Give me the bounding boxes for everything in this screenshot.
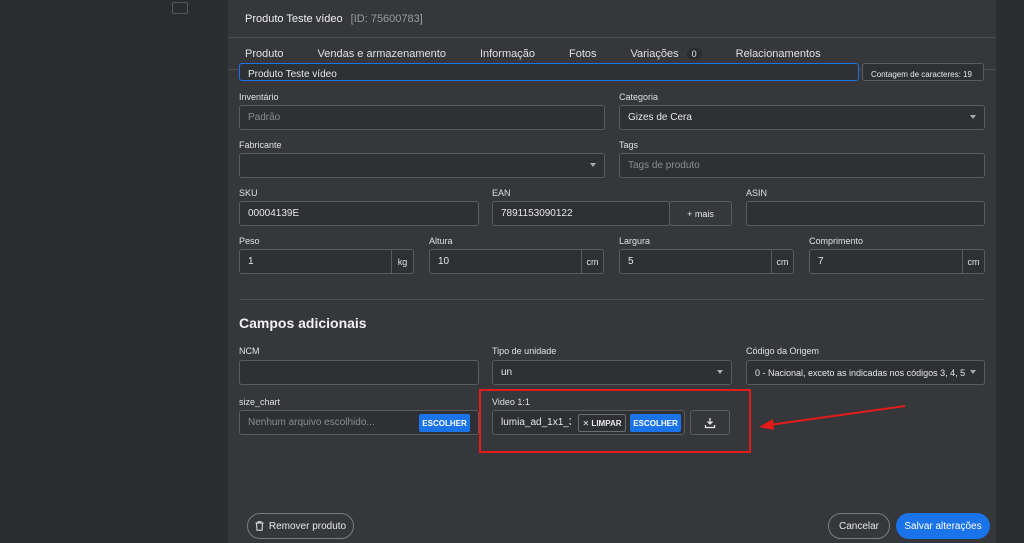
inventario-input[interactable]: Padrão: [239, 105, 605, 130]
comprimento-value: 7: [818, 256, 824, 267]
product-modal: Produto Teste vídeo [ID: 75600783] Produ…: [228, 0, 996, 543]
form-content: Produto Teste vídeo Contagem de caracter…: [228, 63, 996, 543]
codigo-origem-select[interactable]: 0 - Nacional, exceto as indicadas nos có…: [746, 360, 985, 385]
ean-label: EAN: [492, 188, 511, 198]
largura-value: 5: [628, 256, 634, 267]
asin-input[interactable]: [746, 201, 985, 226]
largura-unit: cm: [771, 250, 793, 273]
ncm-label: NCM: [239, 346, 260, 356]
tab-informacao[interactable]: Informação: [480, 48, 535, 60]
tab-label: Produto: [245, 47, 284, 60]
tab-vendas[interactable]: Vendas e armazenamento: [318, 48, 446, 60]
tab-label: Vendas e armazenamento: [317, 47, 446, 60]
codigo-origem-label: Código da Origem: [746, 346, 820, 356]
video-field-highlight: [479, 389, 751, 453]
peso-value: 1: [248, 256, 254, 267]
ean-input[interactable]: 7891153090122: [492, 201, 670, 226]
tab-label: Informação: [479, 47, 535, 60]
section-divider: [239, 299, 984, 300]
inventario-label: Inventário: [239, 92, 279, 102]
peso-label: Peso: [239, 236, 260, 246]
altura-input[interactable]: 10 cm: [429, 249, 604, 274]
chevron-down-icon: [970, 370, 976, 374]
chevron-down-icon: [717, 370, 723, 374]
backdrop-right: [996, 0, 1024, 543]
asin-label: ASIN: [746, 188, 768, 198]
tab-variacoes[interactable]: Variações 0: [630, 47, 702, 60]
peso-unit: kg: [391, 250, 413, 273]
cancel-button[interactable]: Cancelar: [828, 513, 890, 539]
tags-input[interactable]: Tags de produto: [619, 153, 985, 178]
save-button[interactable]: Salvar alterações: [896, 513, 990, 539]
tab-relacionamentos[interactable]: Relacionamentos: [736, 48, 821, 60]
tab-produto[interactable]: Produto: [245, 48, 284, 60]
annotation-arrow-icon: [759, 405, 906, 430]
sku-label: SKU: [239, 188, 258, 198]
tipo-unidade-select[interactable]: un: [492, 360, 732, 385]
tab-fotos[interactable]: Fotos: [569, 48, 597, 60]
ncm-input[interactable]: [239, 360, 479, 385]
tipo-unidade-value: un: [501, 367, 513, 378]
comprimento-input[interactable]: 7 cm: [809, 249, 985, 274]
categoria-label: Categoria: [619, 92, 659, 102]
categoria-value: Gizes de Cera: [628, 112, 692, 123]
size-chart-choose-button[interactable]: ESCOLHER: [419, 414, 470, 432]
comprimento-unit: cm: [962, 250, 984, 273]
modal-header: Produto Teste vídeo [ID: 75600783]: [228, 0, 996, 38]
extra-fields-title: Campos adicionais: [239, 315, 367, 331]
largura-input[interactable]: 5 cm: [619, 249, 794, 274]
remove-product-button[interactable]: Remover produto: [247, 513, 354, 539]
altura-unit: cm: [581, 250, 603, 273]
peso-input[interactable]: 1 kg: [239, 249, 414, 274]
size-chart-label: size_chart: [239, 397, 281, 407]
fabricante-label: Fabricante: [239, 140, 282, 150]
tab-label: Fotos: [568, 47, 597, 60]
ean-more-button[interactable]: + mais: [669, 201, 732, 226]
product-id: [ID: 75600783]: [350, 12, 423, 25]
product-name-input[interactable]: Produto Teste vídeo: [239, 63, 859, 81]
backdrop-left: [0, 0, 228, 543]
altura-label: Altura: [429, 236, 453, 246]
char-count: Contagem de caracteres: 19: [862, 63, 984, 81]
codigo-origem-value: 0 - Nacional, exceto as indicadas nos có…: [755, 367, 965, 378]
product-title: Produto Teste vídeo: [245, 12, 343, 25]
remove-product-label: Remover produto: [268, 520, 347, 532]
trash-icon: [255, 521, 264, 531]
backdrop-checkbox: [172, 2, 188, 14]
chevron-down-icon: [970, 115, 976, 119]
tab-label: Variações: [630, 47, 679, 60]
size-chart-placeholder: Nenhum arquivo escolhido...: [248, 417, 375, 428]
tipo-unidade-label: Tipo de unidade: [492, 346, 557, 356]
sku-input[interactable]: 00004139E: [239, 201, 479, 226]
chevron-down-icon: [590, 163, 596, 167]
tags-label: Tags: [619, 140, 639, 150]
tab-label: Relacionamentos: [735, 47, 821, 60]
largura-label: Largura: [619, 236, 651, 246]
variations-count-badge: 0: [686, 47, 702, 60]
fabricante-select[interactable]: [239, 153, 605, 178]
comprimento-label: Comprimento: [809, 236, 864, 246]
categoria-select[interactable]: Gizes de Cera: [619, 105, 985, 130]
altura-value: 10: [438, 256, 450, 267]
